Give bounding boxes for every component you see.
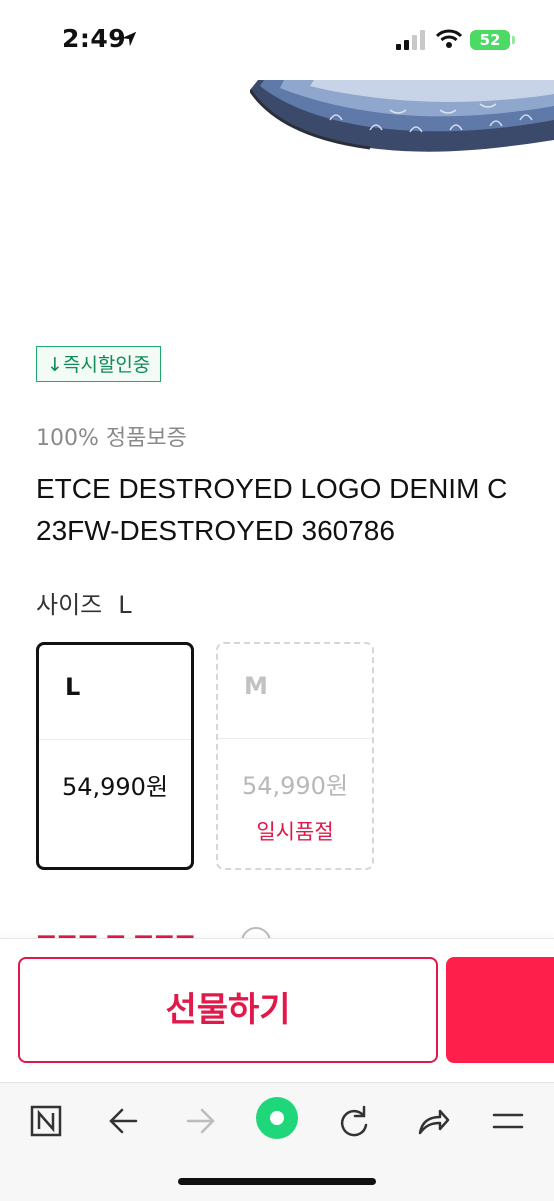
- product-title-line-2: 23FW-DESTROYED 360786: [36, 515, 395, 546]
- size-option-code: L: [65, 673, 81, 701]
- battery-indicator: 52: [470, 30, 510, 50]
- size-option-soldout: 일시품절: [256, 820, 334, 844]
- authenticity-text: 100% 정품보증: [36, 426, 187, 451]
- product-image: [250, 80, 554, 152]
- menu-icon[interactable]: [486, 1101, 530, 1141]
- forward-arrow-icon[interactable]: [178, 1101, 222, 1141]
- cellular-signal-icon: [396, 30, 425, 50]
- back-arrow-icon[interactable]: [102, 1101, 146, 1141]
- size-option-price: 54,990원: [61, 773, 169, 801]
- status-time: 2:49: [62, 24, 127, 53]
- share-icon[interactable]: [410, 1101, 454, 1141]
- location-arrow-icon: [121, 31, 137, 47]
- size-option-l[interactable]: L 54,990원: [36, 642, 194, 870]
- green-dot-icon[interactable]: [254, 1095, 300, 1141]
- battery-tip: [512, 36, 515, 44]
- selected-size-value: L: [118, 591, 132, 619]
- gift-button[interactable]: 선물하기: [18, 957, 438, 1063]
- naver-n-icon[interactable]: [24, 1101, 68, 1141]
- home-indicator: [178, 1178, 376, 1185]
- size-option-m[interactable]: M 54,990원 일시품절: [216, 642, 374, 870]
- size-option-divider: [218, 738, 372, 739]
- status-bar: 2:49 52: [0, 0, 554, 80]
- bottom-action-bar: 선물하기: [0, 938, 554, 1083]
- refresh-icon[interactable]: [332, 1101, 376, 1141]
- size-label-text: 사이즈: [36, 591, 103, 619]
- product-title: ETCE DESTROYED LOGO DENIM C 23FW-DESTROY…: [36, 468, 554, 552]
- instant-discount-badge: ↓즉시할인중: [36, 346, 162, 382]
- buy-button[interactable]: [446, 957, 554, 1063]
- size-option-divider: [39, 739, 191, 740]
- size-label: 사이즈 L: [36, 585, 132, 620]
- product-title-line-1: ETCE DESTROYED LOGO DENIM C: [36, 473, 508, 504]
- size-option-code: M: [244, 672, 268, 700]
- wifi-icon: [436, 29, 462, 48]
- size-option-price: 54,990원: [241, 772, 349, 800]
